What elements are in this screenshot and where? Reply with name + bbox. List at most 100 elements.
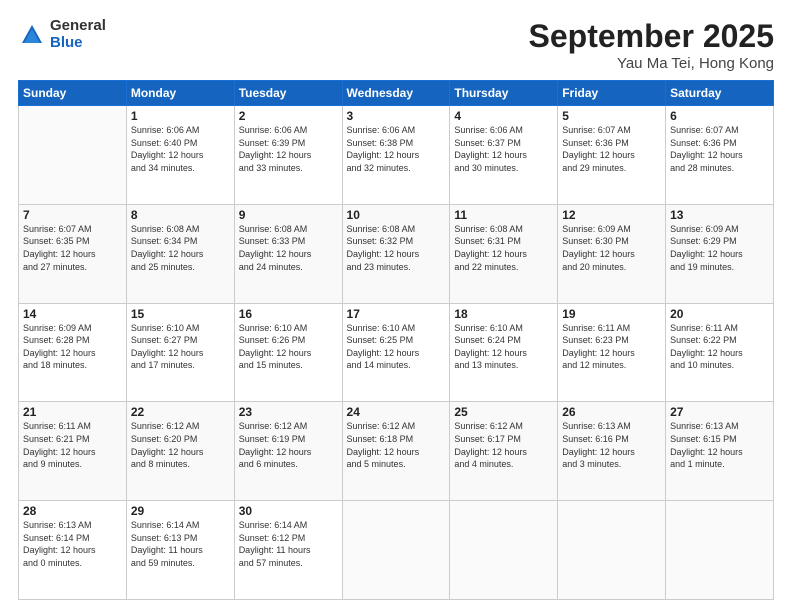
day-number: 6 [670, 109, 769, 123]
day-number: 25 [454, 405, 553, 419]
day-info: Sunrise: 6:10 AM Sunset: 6:27 PM Dayligh… [131, 322, 230, 372]
day-number: 19 [562, 307, 661, 321]
table-row: 30Sunrise: 6:14 AM Sunset: 6:12 PM Dayli… [234, 501, 342, 600]
day-number: 22 [131, 405, 230, 419]
table-row: 18Sunrise: 6:10 AM Sunset: 6:24 PM Dayli… [450, 303, 558, 402]
table-row [450, 501, 558, 600]
day-number: 13 [670, 208, 769, 222]
day-number: 17 [347, 307, 446, 321]
title-month: September 2025 [529, 18, 774, 55]
day-number: 15 [131, 307, 230, 321]
table-row [342, 501, 450, 600]
day-info: Sunrise: 6:09 AM Sunset: 6:29 PM Dayligh… [670, 223, 769, 273]
day-info: Sunrise: 6:06 AM Sunset: 6:38 PM Dayligh… [347, 124, 446, 174]
day-info: Sunrise: 6:09 AM Sunset: 6:30 PM Dayligh… [562, 223, 661, 273]
table-row: 20Sunrise: 6:11 AM Sunset: 6:22 PM Dayli… [666, 303, 774, 402]
header-tuesday: Tuesday [234, 81, 342, 106]
day-number: 3 [347, 109, 446, 123]
logo-general-text: General [50, 18, 106, 35]
table-row: 29Sunrise: 6:14 AM Sunset: 6:13 PM Dayli… [126, 501, 234, 600]
calendar-week-row: 7Sunrise: 6:07 AM Sunset: 6:35 PM Daylig… [19, 204, 774, 303]
day-info: Sunrise: 6:12 AM Sunset: 6:18 PM Dayligh… [347, 420, 446, 470]
day-number: 27 [670, 405, 769, 419]
table-row: 14Sunrise: 6:09 AM Sunset: 6:28 PM Dayli… [19, 303, 127, 402]
day-number: 7 [23, 208, 122, 222]
table-row: 3Sunrise: 6:06 AM Sunset: 6:38 PM Daylig… [342, 106, 450, 205]
table-row: 13Sunrise: 6:09 AM Sunset: 6:29 PM Dayli… [666, 204, 774, 303]
page: General Blue September 2025 Yau Ma Tei, … [0, 0, 792, 612]
day-info: Sunrise: 6:11 AM Sunset: 6:22 PM Dayligh… [670, 322, 769, 372]
day-number: 21 [23, 405, 122, 419]
table-row: 6Sunrise: 6:07 AM Sunset: 6:36 PM Daylig… [666, 106, 774, 205]
table-row: 22Sunrise: 6:12 AM Sunset: 6:20 PM Dayli… [126, 402, 234, 501]
table-row: 23Sunrise: 6:12 AM Sunset: 6:19 PM Dayli… [234, 402, 342, 501]
day-info: Sunrise: 6:10 AM Sunset: 6:26 PM Dayligh… [239, 322, 338, 372]
logo: General Blue [18, 18, 106, 51]
day-info: Sunrise: 6:10 AM Sunset: 6:25 PM Dayligh… [347, 322, 446, 372]
day-number: 11 [454, 208, 553, 222]
table-row: 10Sunrise: 6:08 AM Sunset: 6:32 PM Dayli… [342, 204, 450, 303]
day-number: 20 [670, 307, 769, 321]
day-number: 16 [239, 307, 338, 321]
day-info: Sunrise: 6:07 AM Sunset: 6:36 PM Dayligh… [670, 124, 769, 174]
day-info: Sunrise: 6:10 AM Sunset: 6:24 PM Dayligh… [454, 322, 553, 372]
day-info: Sunrise: 6:06 AM Sunset: 6:40 PM Dayligh… [131, 124, 230, 174]
logo-blue-text: Blue [50, 35, 106, 52]
calendar-table: Sunday Monday Tuesday Wednesday Thursday… [18, 80, 774, 600]
day-number: 29 [131, 504, 230, 518]
day-number: 10 [347, 208, 446, 222]
day-info: Sunrise: 6:14 AM Sunset: 6:12 PM Dayligh… [239, 519, 338, 569]
day-number: 14 [23, 307, 122, 321]
table-row: 2Sunrise: 6:06 AM Sunset: 6:39 PM Daylig… [234, 106, 342, 205]
table-row: 7Sunrise: 6:07 AM Sunset: 6:35 PM Daylig… [19, 204, 127, 303]
day-number: 30 [239, 504, 338, 518]
table-row: 4Sunrise: 6:06 AM Sunset: 6:37 PM Daylig… [450, 106, 558, 205]
day-info: Sunrise: 6:08 AM Sunset: 6:31 PM Dayligh… [454, 223, 553, 273]
calendar-week-row: 14Sunrise: 6:09 AM Sunset: 6:28 PM Dayli… [19, 303, 774, 402]
day-info: Sunrise: 6:14 AM Sunset: 6:13 PM Dayligh… [131, 519, 230, 569]
day-number: 1 [131, 109, 230, 123]
day-number: 4 [454, 109, 553, 123]
logo-icon [18, 21, 46, 49]
title-location: Yau Ma Tei, Hong Kong [529, 55, 774, 72]
table-row: 21Sunrise: 6:11 AM Sunset: 6:21 PM Dayli… [19, 402, 127, 501]
day-info: Sunrise: 6:12 AM Sunset: 6:20 PM Dayligh… [131, 420, 230, 470]
day-info: Sunrise: 6:12 AM Sunset: 6:19 PM Dayligh… [239, 420, 338, 470]
day-number: 2 [239, 109, 338, 123]
day-number: 23 [239, 405, 338, 419]
day-number: 5 [562, 109, 661, 123]
table-row: 27Sunrise: 6:13 AM Sunset: 6:15 PM Dayli… [666, 402, 774, 501]
table-row: 17Sunrise: 6:10 AM Sunset: 6:25 PM Dayli… [342, 303, 450, 402]
table-row: 15Sunrise: 6:10 AM Sunset: 6:27 PM Dayli… [126, 303, 234, 402]
day-info: Sunrise: 6:13 AM Sunset: 6:14 PM Dayligh… [23, 519, 122, 569]
day-info: Sunrise: 6:08 AM Sunset: 6:32 PM Dayligh… [347, 223, 446, 273]
header-wednesday: Wednesday [342, 81, 450, 106]
calendar-week-row: 21Sunrise: 6:11 AM Sunset: 6:21 PM Dayli… [19, 402, 774, 501]
day-number: 18 [454, 307, 553, 321]
calendar-week-row: 28Sunrise: 6:13 AM Sunset: 6:14 PM Dayli… [19, 501, 774, 600]
table-row: 12Sunrise: 6:09 AM Sunset: 6:30 PM Dayli… [558, 204, 666, 303]
day-info: Sunrise: 6:12 AM Sunset: 6:17 PM Dayligh… [454, 420, 553, 470]
table-row [19, 106, 127, 205]
header: General Blue September 2025 Yau Ma Tei, … [18, 18, 774, 72]
day-number: 9 [239, 208, 338, 222]
day-info: Sunrise: 6:08 AM Sunset: 6:33 PM Dayligh… [239, 223, 338, 273]
calendar-week-row: 1Sunrise: 6:06 AM Sunset: 6:40 PM Daylig… [19, 106, 774, 205]
table-row: 5Sunrise: 6:07 AM Sunset: 6:36 PM Daylig… [558, 106, 666, 205]
day-info: Sunrise: 6:11 AM Sunset: 6:21 PM Dayligh… [23, 420, 122, 470]
calendar-header-row: Sunday Monday Tuesday Wednesday Thursday… [19, 81, 774, 106]
day-number: 12 [562, 208, 661, 222]
title-block: September 2025 Yau Ma Tei, Hong Kong [529, 18, 774, 72]
table-row: 26Sunrise: 6:13 AM Sunset: 6:16 PM Dayli… [558, 402, 666, 501]
table-row: 24Sunrise: 6:12 AM Sunset: 6:18 PM Dayli… [342, 402, 450, 501]
header-sunday: Sunday [19, 81, 127, 106]
day-number: 28 [23, 504, 122, 518]
header-friday: Friday [558, 81, 666, 106]
day-info: Sunrise: 6:13 AM Sunset: 6:15 PM Dayligh… [670, 420, 769, 470]
table-row: 8Sunrise: 6:08 AM Sunset: 6:34 PM Daylig… [126, 204, 234, 303]
table-row: 16Sunrise: 6:10 AM Sunset: 6:26 PM Dayli… [234, 303, 342, 402]
day-info: Sunrise: 6:07 AM Sunset: 6:36 PM Dayligh… [562, 124, 661, 174]
day-info: Sunrise: 6:07 AM Sunset: 6:35 PM Dayligh… [23, 223, 122, 273]
day-info: Sunrise: 6:11 AM Sunset: 6:23 PM Dayligh… [562, 322, 661, 372]
table-row: 28Sunrise: 6:13 AM Sunset: 6:14 PM Dayli… [19, 501, 127, 600]
